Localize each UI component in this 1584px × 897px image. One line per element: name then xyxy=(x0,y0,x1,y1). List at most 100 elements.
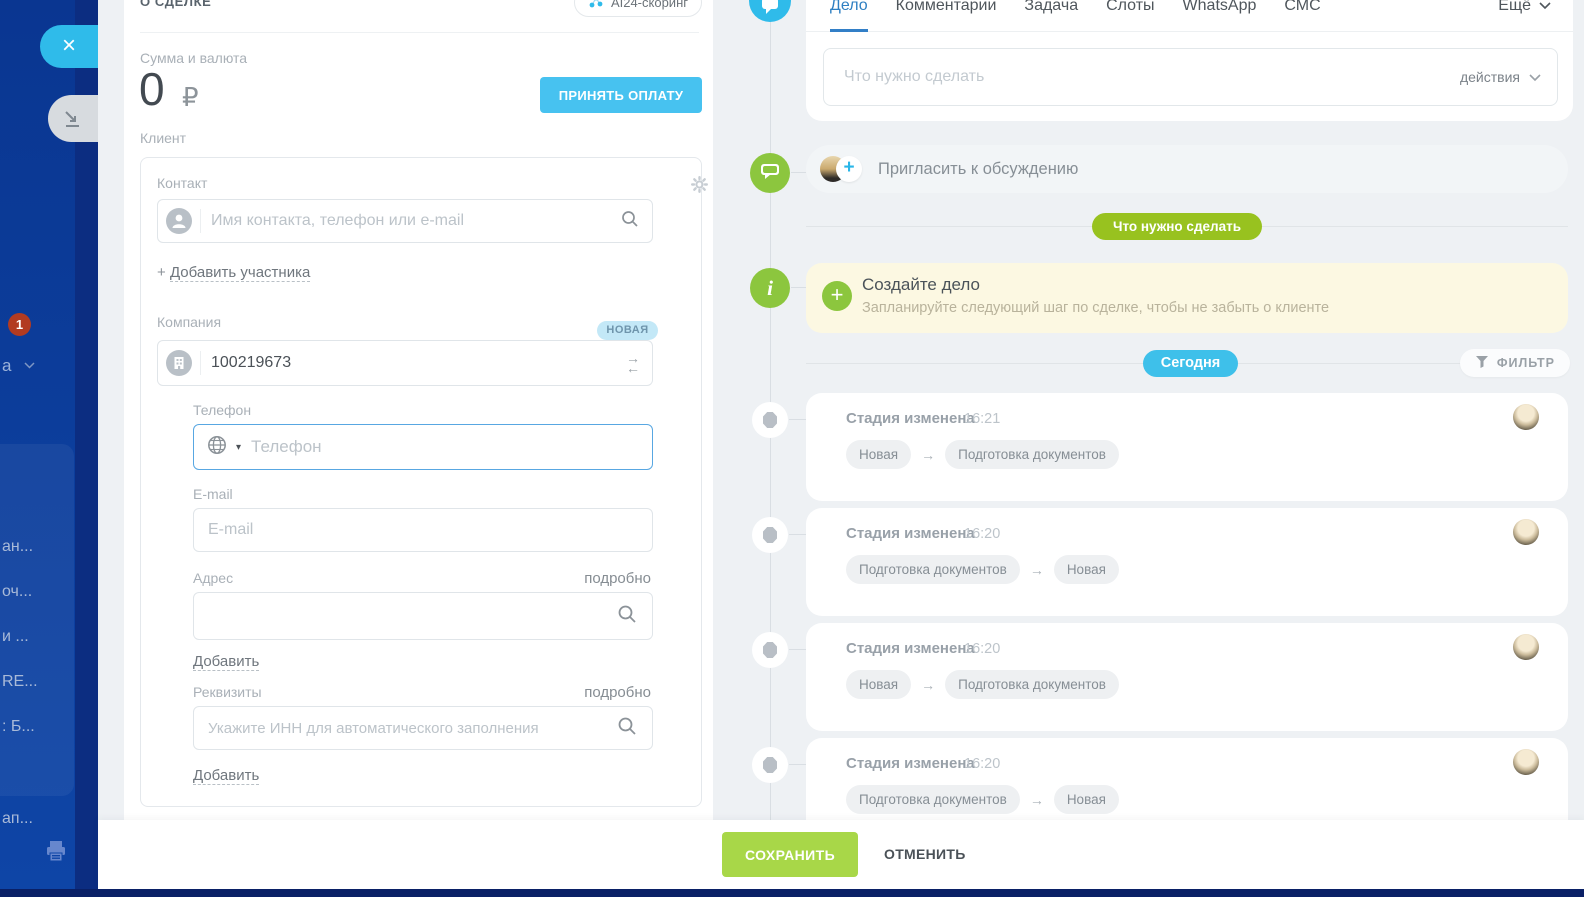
create-task-hint: + Создайте дело Запланируйте следующий ш… xyxy=(806,263,1568,333)
invite-discussion[interactable]: + Пригласить к обсуждению xyxy=(806,145,1568,193)
save-button[interactable]: СОХРАНИТЬ xyxy=(722,832,858,877)
address-input[interactable] xyxy=(208,607,616,625)
connector xyxy=(789,764,806,765)
composer-card: Дело Комментарии Задача Слоты WhatsApp С… xyxy=(806,0,1573,121)
actions-dropdown[interactable]: действия xyxy=(1460,69,1541,85)
add-address-link[interactable]: Добавить xyxy=(193,653,259,671)
company-field: →← xyxy=(157,340,653,386)
entry-title: Стадия изменена xyxy=(846,525,975,542)
arrow-icon: → xyxy=(921,677,935,693)
contact-search-input[interactable] xyxy=(211,212,620,230)
entry-time: 16:20 xyxy=(964,526,1000,542)
amount-value[interactable]: 0 xyxy=(139,62,165,116)
ai-scoring-button[interactable]: AI24-скоринг xyxy=(574,0,702,17)
company-input[interactable] xyxy=(211,354,626,372)
currency-symbol: ₽ xyxy=(182,82,199,113)
chevron-down-icon xyxy=(1539,0,1551,15)
address-details-link[interactable]: подробно xyxy=(584,570,651,587)
stage-node-icon xyxy=(752,402,788,438)
molecule-icon xyxy=(588,0,604,12)
connector xyxy=(791,287,806,288)
tab-whatsapp[interactable]: WhatsApp xyxy=(1183,0,1257,15)
tab-more[interactable]: Ещё xyxy=(1498,0,1551,15)
cancel-button[interactable]: ОТМЕНИТЬ xyxy=(884,832,966,877)
chat-bubble-icon xyxy=(760,162,780,185)
stage-change-card[interactable]: Стадия изменена 16:20 Новая → Подготовка… xyxy=(806,623,1568,731)
add-task-button[interactable]: + xyxy=(822,281,852,311)
stage-node-icon xyxy=(752,747,788,783)
deal-form-panel: О СДЕЛКЕ AI24-скоринг Сумма и валюта 0 ₽… xyxy=(124,0,713,820)
stage-to: Новая xyxy=(1054,785,1119,814)
avatar xyxy=(1513,519,1539,545)
email-input[interactable] xyxy=(208,521,638,539)
task-input[interactable] xyxy=(844,68,1460,86)
tab-comments[interactable]: Комментарии xyxy=(896,0,997,15)
task-composer: действия xyxy=(823,48,1558,106)
close-button[interactable]: × xyxy=(40,25,98,68)
funnel-icon xyxy=(1475,355,1489,371)
inn-input[interactable] xyxy=(208,720,616,737)
requisites-label: Реквизиты xyxy=(193,684,262,700)
globe-icon[interactable] xyxy=(206,434,228,461)
timeline-entry: Стадия изменена 16:20 Подготовка докумен… xyxy=(713,508,1584,616)
entry-time: 16:21 xyxy=(964,411,1000,427)
add-participant[interactable]: + Добавить участника xyxy=(157,264,310,281)
collapse-icon xyxy=(48,117,84,134)
sidebar-item[interactable]: ан... xyxy=(2,536,38,581)
stage-change-card[interactable]: Стадия изменена 16:21 Новая → Подготовка… xyxy=(806,393,1568,501)
sidebar-dropdown[interactable]: а xyxy=(2,356,35,376)
person-icon xyxy=(166,208,192,234)
connector xyxy=(789,649,806,650)
timeline-entry: Стадия изменена 16:20 Новая → Подготовка… xyxy=(713,623,1584,731)
requisites-details-link[interactable]: подробно xyxy=(584,684,651,701)
search-icon[interactable] xyxy=(620,209,640,234)
stage-from: Новая xyxy=(846,670,911,699)
gear-icon[interactable] xyxy=(691,176,708,198)
tab-slots[interactable]: Слоты xyxy=(1106,0,1154,15)
connector xyxy=(789,419,806,420)
composer-node xyxy=(749,0,791,22)
notification-badge: 1 xyxy=(8,313,31,336)
search-icon[interactable] xyxy=(616,603,638,630)
timeline-entry: Стадия изменена 16:21 Новая → Подготовка… xyxy=(713,393,1584,501)
sidebar-item[interactable]: ап... xyxy=(2,810,33,828)
search-icon[interactable] xyxy=(616,715,638,742)
stage-to: Подготовка документов xyxy=(945,670,1119,699)
stage-transition: Подготовка документов → Новая xyxy=(846,785,1119,814)
email-label: E-mail xyxy=(193,486,233,502)
accept-payment-button[interactable]: ПРИНЯТЬ ОПЛАТУ xyxy=(540,77,702,113)
connector xyxy=(791,172,806,173)
swap-company-icon[interactable]: →← xyxy=(626,353,640,373)
client-label: Клиент xyxy=(140,130,186,146)
phone-type-dropdown[interactable]: ▾ xyxy=(236,442,241,453)
phone-input[interactable] xyxy=(251,437,640,457)
printer-icon[interactable] xyxy=(44,838,68,869)
stage-change-card[interactable]: Стадия изменена 16:20 Подготовка докумен… xyxy=(806,508,1568,616)
tab-delo[interactable]: Дело xyxy=(830,0,868,15)
page-bottom-edge xyxy=(0,889,1584,897)
sidebar-item[interactable]: оч... xyxy=(2,581,38,626)
info-node: i xyxy=(750,268,790,308)
avatar xyxy=(1513,404,1539,430)
date-badge[interactable]: Сегодня xyxy=(1143,350,1238,377)
phone-field: ▾ xyxy=(193,424,653,470)
chevron-down-icon xyxy=(16,356,35,375)
address-label: Адрес xyxy=(193,570,233,586)
building-icon xyxy=(166,350,192,376)
connector xyxy=(789,534,806,535)
sidebar-item[interactable]: RE... xyxy=(2,671,38,716)
add-requisites-link[interactable]: Добавить xyxy=(193,767,259,785)
stage-from: Подготовка документов xyxy=(846,555,1020,584)
stage-transition: Новая → Подготовка документов xyxy=(846,670,1119,699)
sidebar-item[interactable]: и ... xyxy=(2,626,38,671)
filter-button[interactable]: ФИЛЬТР xyxy=(1460,349,1570,377)
status-badge: НОВАЯ xyxy=(597,321,658,340)
entry-title: Стадия изменена xyxy=(846,410,975,427)
avatar xyxy=(1513,749,1539,775)
tab-sms[interactable]: СМС xyxy=(1284,0,1320,15)
tab-task[interactable]: Задача xyxy=(1024,0,1078,15)
divider xyxy=(140,32,699,33)
add-user-icon: + xyxy=(836,156,862,182)
sidebar-item[interactable]: : Б... xyxy=(2,716,38,761)
collapse-button[interactable] xyxy=(48,95,98,142)
